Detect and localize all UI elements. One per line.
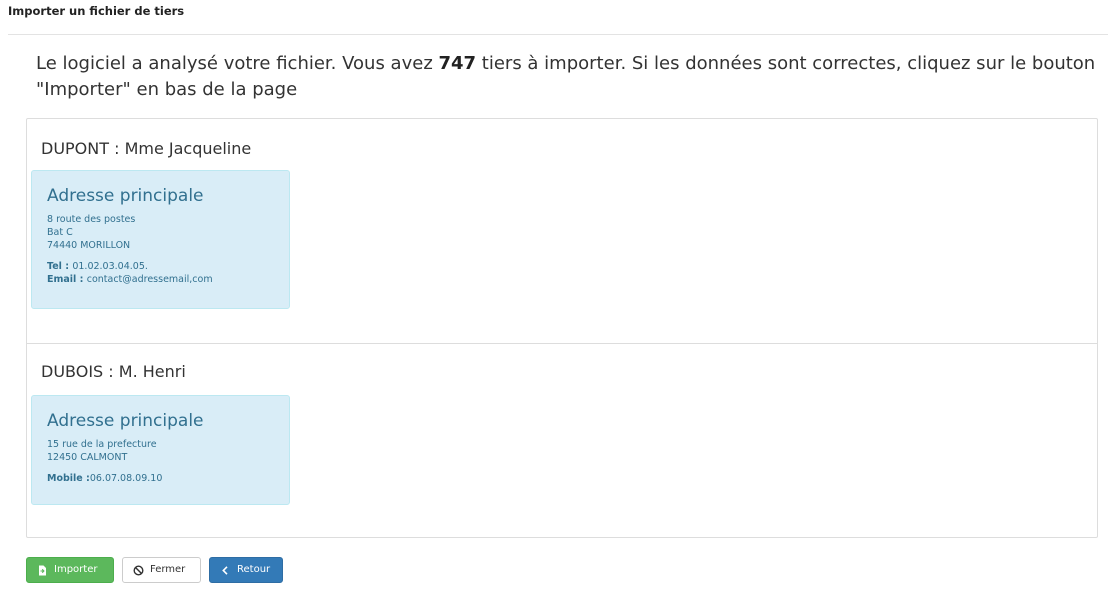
tiers-list: DUPONT : Mme Jacqueline Adresse principa… (26, 118, 1098, 538)
address-line: Bat C (47, 227, 73, 238)
address-card: Adresse principale 8 route des postes Ba… (31, 170, 290, 309)
intro-message: Le logiciel a analysé votre fichier. Vou… (36, 51, 1106, 103)
phone-value: 01.02.03.04.05. (72, 261, 148, 272)
tier-item: DUPONT : Mme Jacqueline Adresse principa… (27, 119, 1097, 343)
email-label: Email : (47, 274, 87, 285)
tier-name: DUPONT : Mme Jacqueline (41, 139, 252, 158)
mobile-line: Mobile :06.07.08.09.10 (47, 472, 274, 485)
address-card: Adresse principale 15 rue de la prefectu… (31, 395, 290, 505)
address-title: Adresse principale (47, 186, 204, 206)
address-line: 12450 CALMONT (47, 452, 128, 463)
intro-text-before: Le logiciel a analysé votre fichier. Vou… (36, 53, 439, 74)
email-line: Email : contact@adressemail,com (47, 273, 274, 286)
ban-icon (133, 564, 144, 576)
tier-count: 747 (438, 53, 477, 74)
page-title: Importer un fichier de tiers (8, 4, 185, 18)
email-value: contact@adressemail,com (86, 274, 213, 285)
phone-label: Tel : (47, 261, 73, 272)
close-button[interactable]: Fermer (122, 557, 201, 583)
address-line: 74440 MORILLON (47, 240, 131, 251)
back-button[interactable]: Retour (209, 557, 283, 583)
title-divider (8, 34, 1108, 35)
close-label: Fermer (150, 564, 186, 575)
phone-line: Tel : 01.02.03.04.05. (47, 260, 274, 273)
tier-item: DUBOIS : M. Henri Adresse principale 15 … (27, 343, 1097, 538)
import-button[interactable]: Importer (26, 557, 114, 583)
import-label: Importer (54, 564, 98, 575)
address-title: Adresse principale (47, 411, 204, 431)
mobile-label: Mobile : (47, 473, 90, 484)
tier-name: DUBOIS : M. Henri (41, 362, 186, 381)
chevron-left-icon (220, 565, 231, 576)
back-label: Retour (237, 564, 271, 575)
address-line: 15 rue de la prefecture (47, 439, 157, 450)
file-import-icon (37, 565, 48, 576)
mobile-value: 06.07.08.09.10 (89, 473, 163, 484)
address-line: 8 route des postes (47, 214, 136, 225)
